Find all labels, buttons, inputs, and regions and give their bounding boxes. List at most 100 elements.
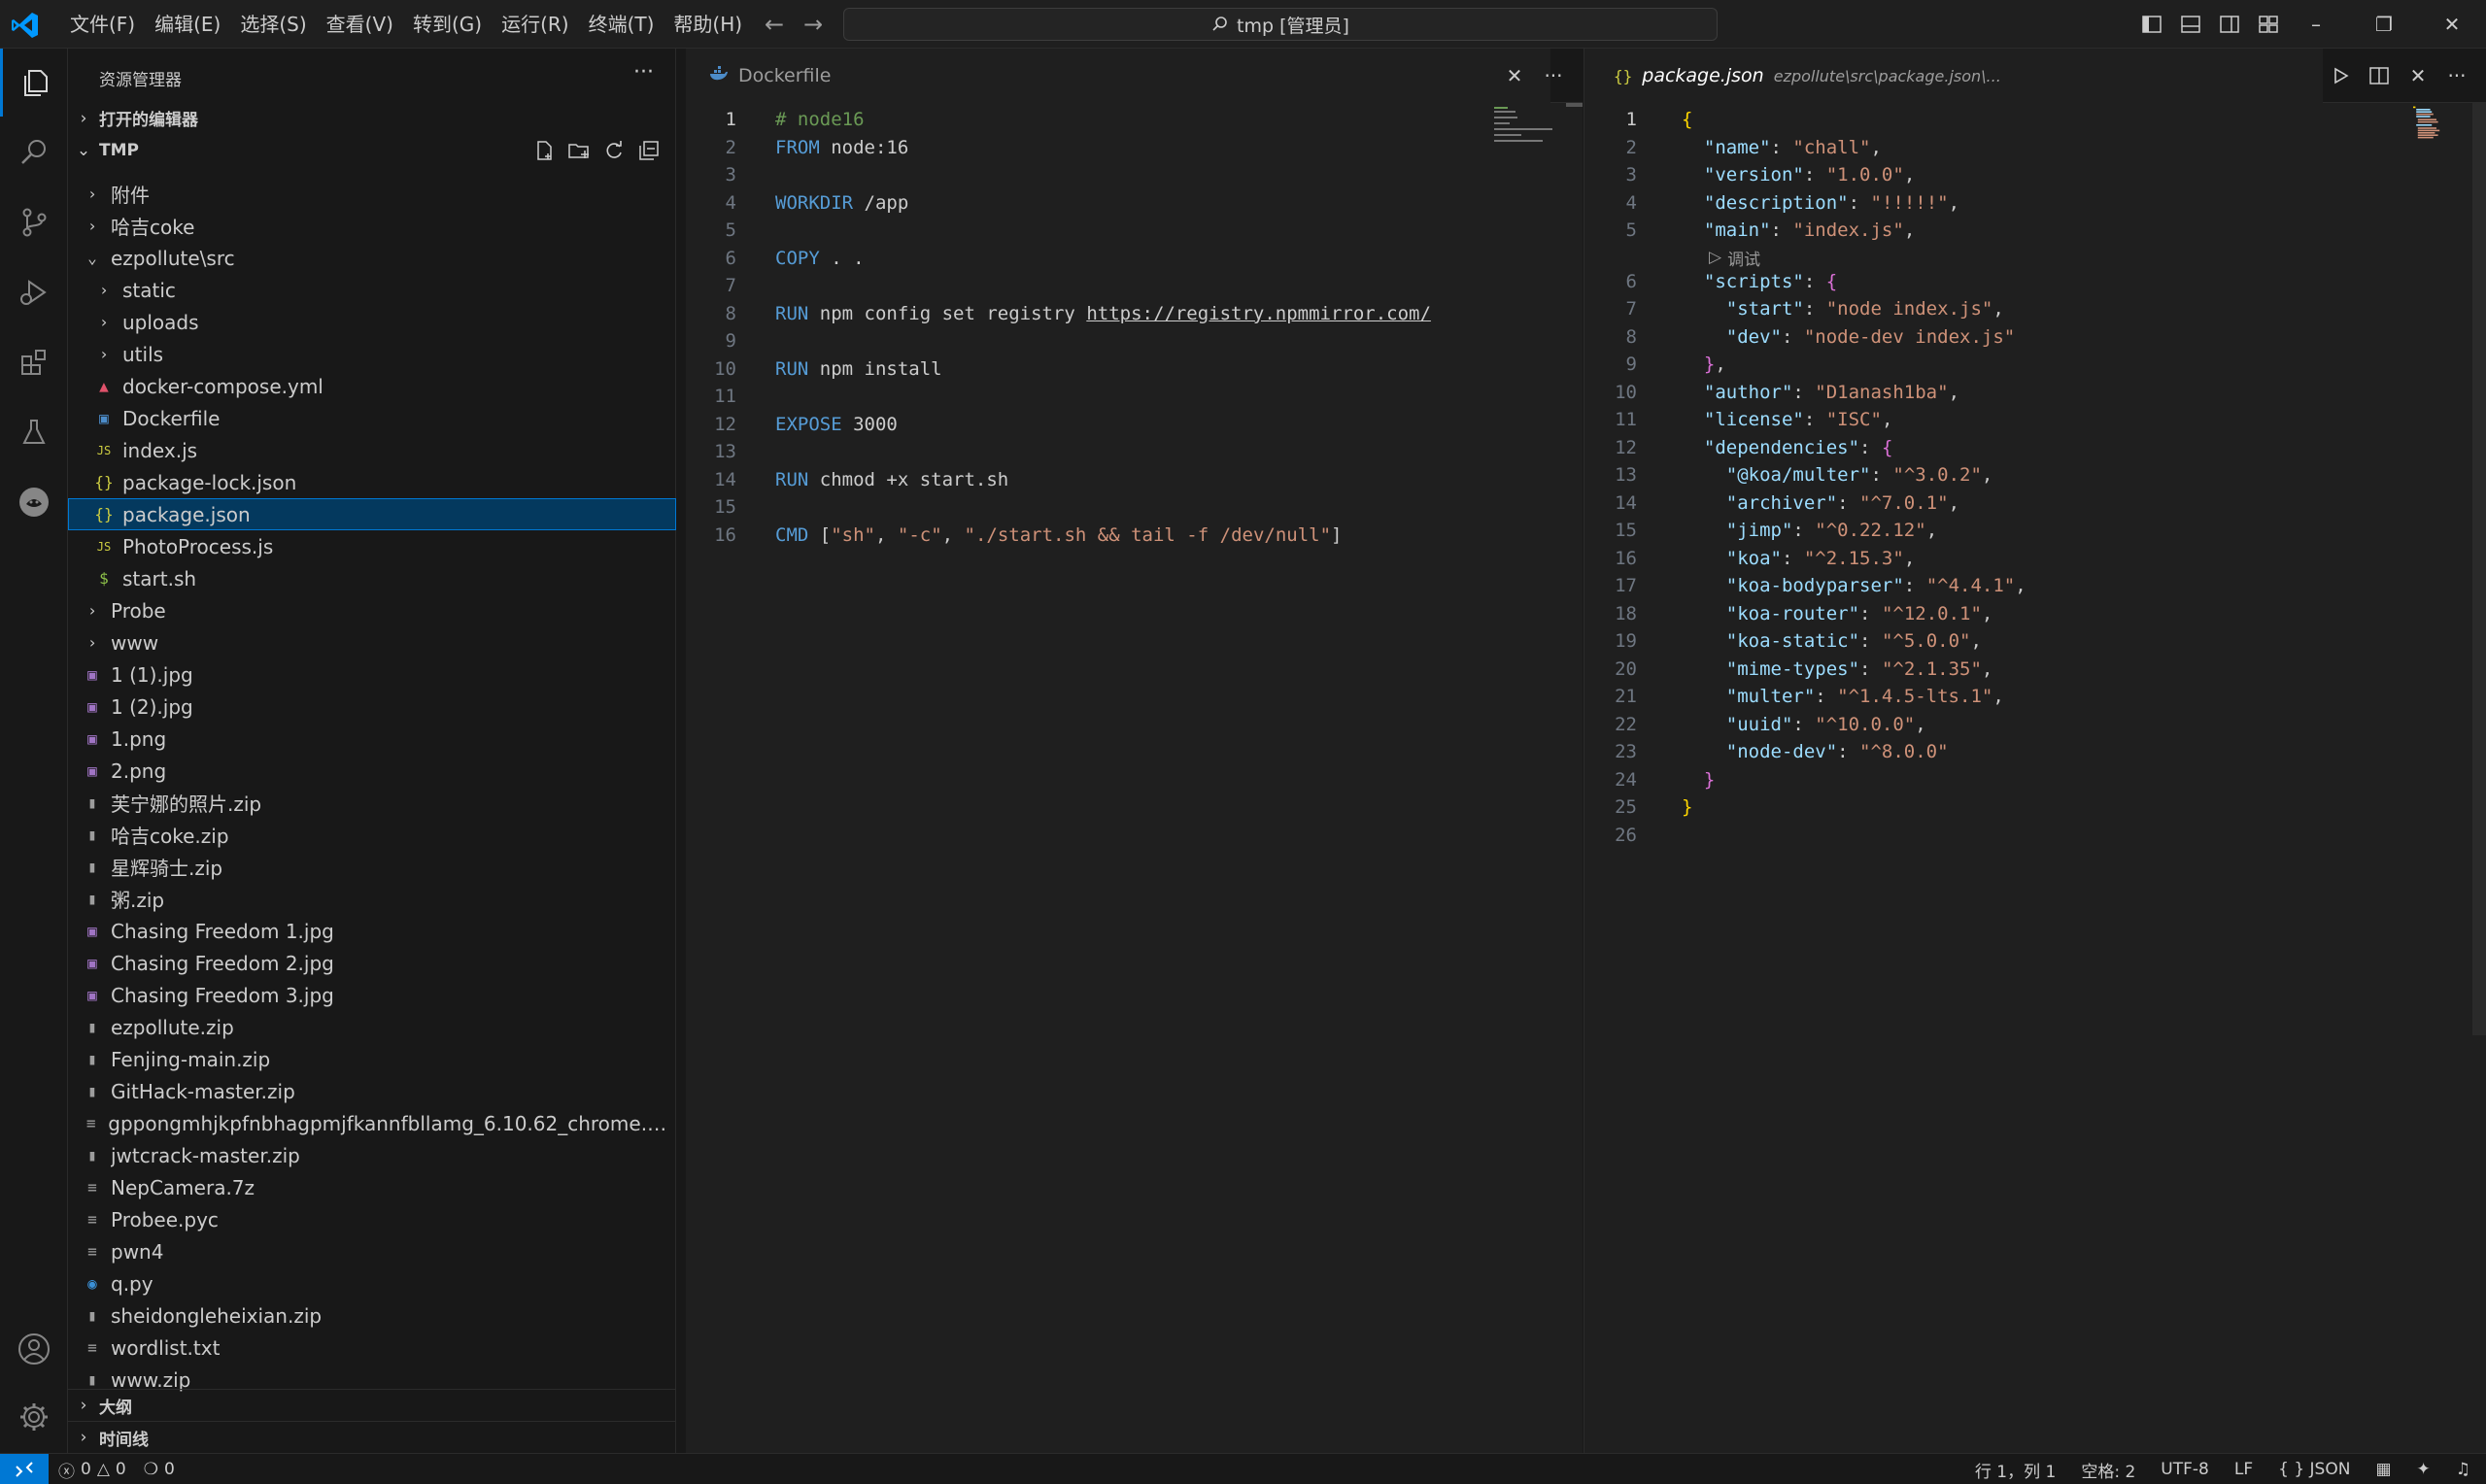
editor-tabs-right: {} package.json ezpollute\src\package.js…	[1584, 49, 2486, 103]
tree-file[interactable]: ≡ wordlist.txt	[68, 1332, 676, 1364]
tree-file[interactable]: ▣ 1.png	[68, 723, 676, 755]
tree-file[interactable]: ◉ q.py	[68, 1267, 676, 1299]
vertical-scrollbar[interactable]	[2472, 103, 2486, 1035]
indentation[interactable]: 空格: 2	[2081, 1458, 2135, 1482]
tree-folder[interactable]: › uploads	[68, 306, 676, 338]
chevron-right-icon: ›	[87, 633, 97, 652]
tree-file[interactable]: ▣ Dockerfile	[68, 402, 676, 434]
tree-file[interactable]: ▮ 芙宁娜的照片.zip	[68, 787, 676, 819]
tree-file[interactable]: ▮ sheidongleheixian.zip	[68, 1299, 676, 1332]
close-tab-icon[interactable]: ✕	[2399, 64, 2437, 87]
tab-package-json[interactable]: {} package.json ezpollute\src\package.js…	[1584, 49, 2323, 103]
chevron-right-icon: ›	[99, 313, 109, 331]
line-number: 12	[1615, 436, 1637, 458]
menu-item[interactable]: 查看(V)	[317, 0, 403, 49]
split-editor-icon[interactable]	[2360, 67, 2399, 84]
tree-file[interactable]: ▣ Chasing Freedom 1.jpg	[68, 915, 676, 947]
menu-item[interactable]: 运行(R)	[492, 0, 579, 49]
extensions-icon[interactable]	[0, 328, 68, 396]
tree-file[interactable]: ▣ 2.png	[68, 755, 676, 787]
tree-folder[interactable]: › utils	[68, 338, 676, 370]
collapse-all-icon[interactable]	[631, 140, 666, 161]
new-file-icon[interactable]	[527, 140, 562, 161]
close-tab-icon[interactable]: ✕	[1495, 64, 1534, 87]
line-number: 14	[714, 468, 736, 490]
toggle-primary-sidebar-icon[interactable]	[2132, 10, 2171, 39]
tree-file[interactable]: $ start.sh	[68, 562, 676, 594]
menu-item[interactable]: 编辑(E)	[145, 0, 230, 49]
minimize-icon[interactable]: –	[2282, 0, 2350, 49]
tree-file[interactable]: ▮ jwtcrack-master.zip	[68, 1139, 676, 1171]
tree-file[interactable]: ▣ Chasing Freedom 2.jpg	[68, 947, 676, 979]
tree-item-label: Dockerfile	[122, 406, 221, 430]
new-folder-icon[interactable]	[562, 140, 596, 161]
debug-codelens[interactable]: ▷ 调试	[1709, 246, 1760, 270]
tree-file[interactable]: ▮ ezpollute.zip	[68, 1011, 676, 1043]
tree-file[interactable]: ≡ gppongmhjkpfnbhagpmjfkannfbllamg_6.10.6…	[68, 1107, 676, 1139]
tab-dockerfile[interactable]: Dockerfile	[686, 49, 1550, 103]
accounts-icon[interactable]	[0, 1315, 68, 1383]
tree-file[interactable]: ▮ 粥.zip	[68, 883, 676, 915]
explorer-icon[interactable]	[0, 49, 68, 117]
tree-file[interactable]: ▣ 1 (2).jpg	[68, 691, 676, 723]
toggle-panel-icon[interactable]	[2171, 10, 2210, 39]
tree-file[interactable]: ▮ Fenjing-main.zip	[68, 1043, 676, 1075]
forward-arrow-icon[interactable]: →	[799, 10, 828, 39]
tree-file[interactable]: ▮ GitHack-master.zip	[68, 1075, 676, 1107]
tree-file[interactable]: ≡ Probee.pyc	[68, 1203, 676, 1235]
menu-item[interactable]: 转到(G)	[403, 0, 492, 49]
search-icon[interactable]	[0, 118, 68, 186]
tree-file[interactable]: {} package-lock.json	[68, 466, 676, 498]
explorer-more-icon[interactable]: ···	[633, 60, 654, 84]
menu-item[interactable]: 帮助(H)	[664, 0, 752, 49]
problems-indicator[interactable]: ⓧ 0 △ 0 ❍ 0	[58, 1454, 181, 1484]
tree-folder[interactable]: › 哈吉coke	[68, 210, 676, 242]
line-ending[interactable]: LF	[2234, 1460, 2253, 1479]
testing-flask-icon[interactable]	[0, 398, 68, 466]
tree-file[interactable]: ≡ pwn4	[68, 1235, 676, 1267]
remote-indicator-icon[interactable]	[0, 1454, 49, 1484]
layout-icon[interactable]: ▦	[2375, 1460, 2391, 1479]
command-center-search[interactable]: tmp [管理员]	[843, 8, 1718, 41]
tree-file[interactable]: ▮ 哈吉coke.zip	[68, 819, 676, 851]
tree-folder[interactable]: › 附件	[68, 178, 676, 210]
more-actions-icon[interactable]: ···	[1534, 64, 1573, 87]
menu-item[interactable]: 文件(F)	[60, 0, 145, 49]
settings-gear-icon[interactable]	[0, 1383, 68, 1451]
close-window-icon[interactable]: ✕	[2418, 0, 2486, 49]
tree-folder[interactable]: › Probe	[68, 594, 676, 626]
maximize-icon[interactable]: ❐	[2350, 0, 2418, 49]
encoding[interactable]: UTF-8	[2161, 1460, 2209, 1479]
tree-file[interactable]: ▲ docker-compose.yml	[68, 370, 676, 402]
source-control-icon[interactable]	[0, 188, 68, 256]
menu-item[interactable]: 选择(S)	[230, 0, 316, 49]
chevron-down-icon: ⌄	[87, 249, 97, 267]
folder-section-tmp[interactable]: ⌄ TMP	[68, 134, 676, 166]
cursor-position[interactable]: 行 1，列 1	[1975, 1458, 2056, 1482]
tree-file[interactable]: ▮ 星辉骑士.zip	[68, 851, 676, 883]
language-mode[interactable]: { } JSON	[2278, 1460, 2350, 1479]
tree-file[interactable]: ≡ NepCamera.7z	[68, 1171, 676, 1203]
tree-folder[interactable]: ⌄ ezpollute\src	[68, 242, 676, 274]
toggle-secondary-sidebar-icon[interactable]	[2210, 10, 2249, 39]
timeline-section[interactable]: › 时间线	[68, 1421, 676, 1453]
copilot-icon[interactable]: ✦	[2417, 1460, 2431, 1479]
more-actions-icon[interactable]: ···	[2437, 64, 2476, 87]
remote-explorer-icon[interactable]	[0, 468, 68, 536]
tree-folder[interactable]: › www	[68, 626, 676, 658]
run-icon[interactable]	[2321, 67, 2360, 84]
back-arrow-icon[interactable]: ←	[760, 10, 789, 39]
open-editors-section[interactable]: › 打开的编辑器	[68, 102, 676, 134]
menu-item[interactable]: 终端(T)	[579, 0, 664, 49]
tree-file[interactable]: ▣ Chasing Freedom 3.jpg	[68, 979, 676, 1011]
tree-file[interactable]: JS index.js	[68, 434, 676, 466]
code-line: "archiver": "^7.0.1",	[1725, 491, 1960, 514]
run-debug-icon[interactable]	[0, 258, 68, 326]
tree-file[interactable]: {} package.json	[68, 498, 676, 530]
tree-file[interactable]: JS PhotoProcess.js	[68, 530, 676, 562]
refresh-icon[interactable]	[596, 140, 631, 161]
tree-folder[interactable]: › static	[68, 274, 676, 306]
outline-section[interactable]: › 大纲	[68, 1389, 676, 1421]
tree-file[interactable]: ▣ 1 (1).jpg	[68, 658, 676, 691]
notifications-bell-icon[interactable]: ♫	[2456, 1460, 2470, 1479]
